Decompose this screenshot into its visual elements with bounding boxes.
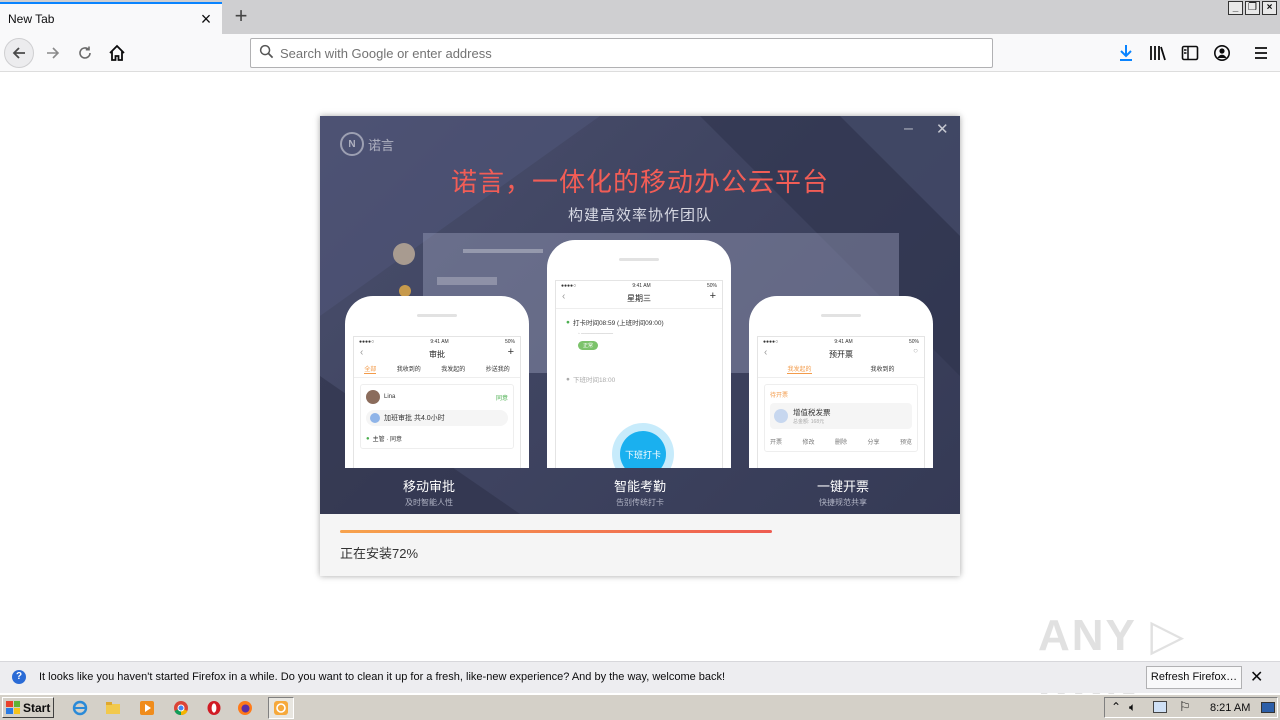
screen-title: ‹ 星期三 + [556,290,722,309]
media-player-icon[interactable] [137,698,157,718]
windows-logo-icon [6,701,20,714]
approval-card: Lina 同意 加班审批 共4.0小时 ● 主管 · 同意 [360,384,514,449]
volume-icon[interactable]: 🔈︎ [1129,700,1136,715]
account-icon[interactable] [1211,42,1233,64]
close-tab-icon[interactable]: × [198,10,214,28]
screen-title: ‹ 审批 + [360,346,514,359]
invoice-icon [774,409,788,423]
phone-speaker [821,314,861,317]
installer-banner: N 诺言 – ✕ 诺言，一体化的移动办公云平台 构建高效率协作团队 ●●●●○ … [320,116,960,514]
status-tag: 正常 [578,341,599,350]
caption-invoice: 一键开票 快捷规范共享 [816,479,869,507]
app-logo: N 诺言 [340,132,394,156]
phone-screen: ●●●●○ 9:41 AM 50% ‹ 预开票 ○ 我发起的 我收到的 待开票 [757,336,925,468]
close-notification-icon[interactable]: ✕ [1250,667,1263,687]
phone-speaker [417,314,457,317]
help-icon: ? [12,670,26,684]
tab-bar: New Tab × + _ ❐ × [0,0,1280,34]
restore-window-icon[interactable]: ❐ [1245,1,1260,15]
invoice-card: 待开票 增值税发票 总金额: 168元 开票 修改 删除 分享 预览 [764,384,918,452]
file-explorer-icon[interactable] [103,698,123,718]
notification-bar: ? It looks like you haven't started Fire… [0,661,1280,693]
taskbar: Start ⌃ 🔈︎ ⚐ 8:21 AM [0,694,1280,720]
screen-title: ‹ 预开票 ○ [764,346,918,359]
checkin-record: ● 打卡时间08:59 (上班时间09:00) ◦ ───────── 正常 ●… [566,318,664,385]
check-icon: ● [566,318,570,326]
back-icon: ‹ [764,347,768,358]
downloads-icon[interactable] [1115,42,1137,64]
logo-text: 诺言 [368,137,395,153]
phone-approval: ●●●●○ 9:41 AM 50% ‹ 审批 + 全部 我收到的 我发起的 抄送… [345,296,529,468]
installer-minimize-icon[interactable]: – [904,120,913,138]
back-icon[interactable] [4,38,34,68]
opera-icon[interactable] [204,698,224,718]
status-bar: ●●●●○ 9:41 AM 50% [561,283,717,289]
phone-attendance: ●●●●○ 9:41 AM 50% ‹ 星期三 + ● 打卡时间08:59 (上… [547,240,731,468]
menu-icon[interactable] [1250,42,1272,64]
show-hidden-icons-icon[interactable]: ⌃ [1111,700,1121,714]
action-center-flag-icon[interactable]: ⚐ [1179,699,1191,715]
progress-track [340,530,940,533]
installer-headline: 诺言，一体化的移动办公云平台 [450,167,829,197]
pending-dot-icon: ● [566,375,570,383]
add-icon: + [507,346,514,358]
chrome-icon[interactable] [171,698,191,718]
internet-explorer-icon[interactable] [70,698,90,718]
clock-icon [370,413,380,423]
start-button[interactable]: Start [2,697,54,718]
forward-icon[interactable] [38,38,68,68]
installer-taskbar-icon[interactable] [268,697,294,719]
check-icon: ● [366,435,370,442]
sidebar-icon[interactable] [1179,42,1201,64]
caption-approval: 移动审批 及时智能人性 [402,479,455,507]
nav-bar [0,34,1280,72]
minimize-window-icon[interactable]: _ [1228,1,1243,15]
tab-new-tab[interactable]: New Tab × [0,2,222,34]
placeholder-line [437,277,497,285]
refresh-firefox-button[interactable]: Refresh Firefox… [1146,666,1242,689]
status-bar: ●●●●○ 9:41 AM 50% [763,339,919,345]
install-status: 正在安装72% [340,546,419,561]
search-icon: ○ [913,346,918,355]
add-icon: + [709,290,716,302]
back-icon: ‹ [360,347,364,358]
caption-attendance: 智能考勤 告别传统打卡 [613,479,666,507]
logo-mark-icon: N [340,132,364,156]
show-desktop-icon[interactable] [1261,702,1275,713]
address-input[interactable] [280,45,992,61]
phone-speaker [619,258,659,261]
avatar [366,390,380,404]
phone-invoice: ●●●●○ 9:41 AM 50% ‹ 预开票 ○ 我发起的 我收到的 待开票 [749,296,933,468]
screen-tabs: 全部 我收到的 我发起的 抄送我的 [354,364,520,378]
new-tab-icon[interactable]: + [228,4,254,30]
status-bar: ●●●●○ 9:41 AM 50% [359,339,515,345]
placeholder-line [463,249,543,253]
library-icon[interactable] [1147,42,1169,64]
clock[interactable]: 8:21 AM [1210,702,1250,714]
screen-tabs: 我发起的 我收到的 [758,364,924,378]
firefox-icon[interactable] [235,698,255,718]
back-icon: ‹ [562,291,566,302]
reload-icon[interactable] [70,38,100,68]
home-icon[interactable] [102,38,132,68]
install-progress-area: 正在安装72% [320,514,960,576]
search-icon [259,44,274,62]
installer-close-icon[interactable]: ✕ [936,120,949,138]
notification-message: It looks like you haven't started Firefo… [39,671,726,683]
network-icon[interactable] [1153,701,1167,713]
system-tray: ⌃ 🔈︎ ⚐ 8:21 AM [1104,697,1278,718]
invoice-actions: 开票 修改 删除 分享 预览 [770,440,912,446]
avatar [393,243,415,265]
phone-screen: ●●●●○ 9:41 AM 50% ‹ 审批 + 全部 我收到的 我发起的 抄送… [353,336,521,468]
progress-bar [340,530,772,533]
url-bar[interactable] [250,38,993,68]
phone-screen: ●●●●○ 9:41 AM 50% ‹ 星期三 + ● 打卡时间08:59 (上… [555,280,723,468]
installer-subheadline: 构建高效率协作团队 [567,207,712,224]
close-window-icon[interactable]: × [1262,1,1277,15]
tab-title: New Tab [8,12,55,26]
installer-window: N 诺言 – ✕ 诺言，一体化的移动办公云平台 构建高效率协作团队 ●●●●○ … [320,116,960,576]
